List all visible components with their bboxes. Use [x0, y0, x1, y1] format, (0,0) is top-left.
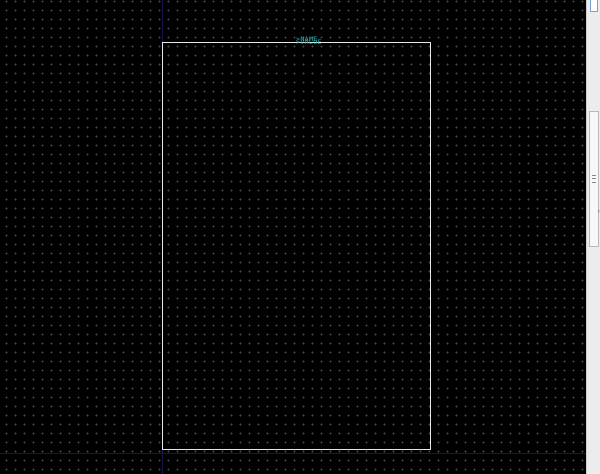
schematic-editor: >NAME >VALUE ‹ [0, 0, 600, 474]
arrow-up-icon[interactable] [590, 0, 598, 12]
grip-lines-icon [592, 175, 596, 183]
scrollbar-thumb[interactable] [589, 111, 599, 247]
value-placeholder-label[interactable]: >VALUE [296, 39, 322, 46]
component-outline-rectangle[interactable] [162, 42, 431, 450]
origin-axis-horizontal [0, 453, 586, 454]
drawing-canvas[interactable]: >NAME >VALUE [0, 0, 586, 474]
vertical-scrollbar[interactable]: ‹ [586, 0, 600, 474]
